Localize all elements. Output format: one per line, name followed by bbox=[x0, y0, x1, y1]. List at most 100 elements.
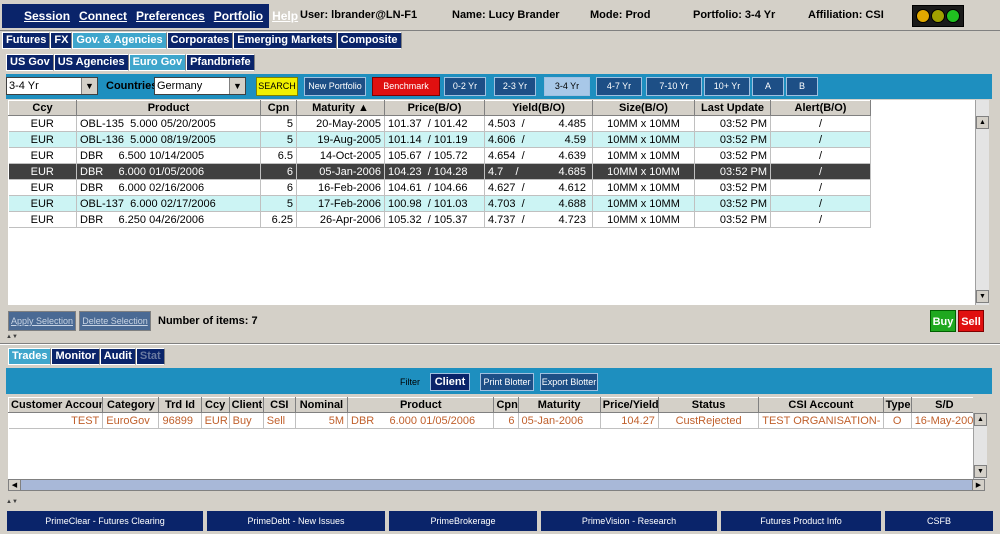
chevron-down-icon[interactable]: ▼ bbox=[229, 78, 245, 94]
col-nominal[interactable]: Nominal bbox=[294, 397, 349, 413]
ccy-cell: EUR bbox=[8, 147, 77, 164]
col-size[interactable]: Size(B/O) bbox=[592, 100, 695, 116]
tab-fx[interactable]: FX bbox=[50, 32, 73, 49]
col-yield[interactable]: Yield(B/O) bbox=[484, 100, 593, 116]
price-yield-cell: 104.27 bbox=[600, 412, 659, 429]
primeclear-button[interactable]: PrimeClear - Futures Clearing bbox=[6, 510, 204, 532]
tab-gov-agencies[interactable]: Gov. & Agencies bbox=[72, 32, 167, 49]
table-row[interactable]: EUR DBR 6.000 02/16/2006 6 16-Feb-2006 104.6… bbox=[8, 179, 871, 196]
sell-button[interactable]: Sell bbox=[958, 310, 984, 332]
tab-futures[interactable]: Futures bbox=[2, 32, 51, 49]
trades-grid-scrollbar[interactable]: ▲ ▼ bbox=[973, 413, 987, 479]
range-7-10-button[interactable]: 7-10 Yr bbox=[646, 77, 702, 96]
portfolio-select[interactable]: 3-4 Yr ▼ bbox=[6, 77, 98, 95]
col-category[interactable]: Category bbox=[102, 397, 160, 413]
client-filter-button[interactable]: Client bbox=[430, 373, 470, 391]
tab-composite[interactable]: Composite bbox=[336, 32, 402, 49]
col-alert[interactable]: Alert(B/O) bbox=[770, 100, 871, 116]
range-b-button[interactable]: B bbox=[786, 77, 818, 96]
col-csi[interactable]: CSI bbox=[262, 397, 296, 413]
col-maturity[interactable]: Maturity bbox=[517, 397, 601, 413]
scroll-up-icon[interactable]: ▲ bbox=[976, 116, 989, 129]
col-customer-account[interactable]: Customer Account bbox=[8, 397, 104, 413]
print-blotter-button[interactable]: Print Blotter bbox=[480, 373, 534, 391]
table-row[interactable]: EUR DBR 6.500 10/14/2005 6.5 14-Oct-2005 105… bbox=[8, 147, 871, 164]
delete-selection-button[interactable]: Delete Selection bbox=[79, 311, 151, 331]
primebrokerage-button[interactable]: PrimeBrokerage bbox=[388, 510, 538, 532]
new-portfolio-button[interactable]: New Portfolio bbox=[304, 77, 366, 96]
col-sd[interactable]: S/D bbox=[910, 397, 973, 413]
table-row[interactable]: EUR OBL-136 5.000 08/19/2005 5 19-Aug-2005 1… bbox=[8, 131, 871, 148]
chevron-down-icon[interactable]: ▼ bbox=[81, 78, 97, 94]
col-last-update[interactable]: Last Update bbox=[694, 100, 771, 116]
primevision-button[interactable]: PrimeVision - Research bbox=[540, 510, 718, 532]
size-cell: 10MM x 10MM bbox=[592, 163, 695, 180]
apply-selection-button[interactable]: Apply Selection bbox=[8, 311, 76, 331]
col-ccy[interactable]: Ccy bbox=[8, 100, 77, 116]
tab-audit[interactable]: Audit bbox=[99, 348, 136, 365]
tab-us-gov[interactable]: US Gov bbox=[6, 54, 54, 71]
tab-corporates[interactable]: Corporates bbox=[166, 32, 234, 49]
col-client[interactable]: Client bbox=[228, 397, 264, 413]
range-3-4-button[interactable]: 3-4 Yr bbox=[544, 77, 590, 96]
col-type[interactable]: Type bbox=[882, 397, 912, 413]
tab-euro-gov[interactable]: Euro Gov bbox=[128, 54, 187, 71]
col-csi-account[interactable]: CSI Account bbox=[758, 397, 884, 413]
menu-portfolio[interactable]: Portfolio bbox=[214, 9, 263, 23]
range-0-2-button[interactable]: 0-2 Yr bbox=[444, 77, 486, 96]
splitter[interactable]: ▲▼ bbox=[0, 334, 1000, 340]
primedebt-button[interactable]: PrimeDebt - New Issues bbox=[206, 510, 386, 532]
col-status[interactable]: Status bbox=[657, 397, 760, 413]
tab-monitor[interactable]: Monitor bbox=[51, 348, 100, 365]
cpn-cell: 5 bbox=[260, 195, 297, 212]
range-a-button[interactable]: A bbox=[752, 77, 784, 96]
table-row[interactable]: EUR DBR 6.250 04/26/2006 6.25 26-Apr-2006 10… bbox=[8, 211, 871, 228]
table-row[interactable]: TEST EuroGov 96899 EUR Buy Sell 5M DBR 6.000 01… bbox=[8, 412, 973, 429]
col-maturity[interactable]: Maturity ▲ bbox=[296, 100, 385, 116]
col-ccy[interactable]: Ccy bbox=[200, 397, 230, 413]
scroll-left-icon[interactable]: ◀ bbox=[8, 479, 21, 491]
countries-select[interactable]: Germany ▼ bbox=[154, 77, 246, 95]
table-row[interactable]: EUR DBR 6.000 01/05/2006 6 05-Jan-2006 104.2… bbox=[8, 163, 871, 180]
menu-connect[interactable]: Connect bbox=[79, 9, 127, 23]
futures-product-info-button[interactable]: Futures Product Info bbox=[720, 510, 882, 532]
tab-stat[interactable]: Stat bbox=[135, 348, 165, 365]
col-trd-id[interactable]: Trd Id bbox=[158, 397, 202, 413]
col-price-yield[interactable]: Price/Yield bbox=[599, 397, 659, 413]
range-10-plus-button[interactable]: 10+ Yr bbox=[704, 77, 750, 96]
bonds-grid-scrollbar[interactable]: ▲ ▼ bbox=[975, 100, 989, 305]
scroll-right-icon[interactable]: ▶ bbox=[972, 479, 985, 491]
csfb-button[interactable]: CSFB bbox=[884, 510, 994, 532]
menu-help[interactable]: Help bbox=[272, 9, 298, 23]
tab-us-agencies[interactable]: US Agencies bbox=[53, 54, 129, 71]
tab-pfandbriefe[interactable]: Pfandbriefe bbox=[186, 54, 255, 71]
price-cell: 105.67 / 105.72 bbox=[384, 147, 485, 164]
last-update-cell: 03:52 PM bbox=[694, 211, 771, 228]
export-blotter-button[interactable]: Export Blotter bbox=[540, 373, 598, 391]
col-cpn[interactable]: Cpn bbox=[493, 397, 519, 413]
menu-preferences[interactable]: Preferences bbox=[136, 9, 205, 23]
scroll-down-icon[interactable]: ▼ bbox=[976, 290, 989, 303]
scroll-up-icon[interactable]: ▲ bbox=[974, 413, 987, 426]
col-product[interactable]: Product bbox=[76, 100, 261, 116]
trades-horizontal-scrollbar[interactable]: ◀ ▶ bbox=[8, 479, 985, 491]
separator bbox=[0, 343, 1000, 345]
col-price[interactable]: Price(B/O) bbox=[384, 100, 485, 116]
tab-emerging-markets[interactable]: Emerging Markets bbox=[233, 32, 337, 49]
scroll-down-icon[interactable]: ▼ bbox=[974, 465, 987, 478]
table-row[interactable]: EUR OBL-137 6.000 02/17/2006 5 17-Feb-2006 1… bbox=[8, 195, 871, 212]
table-row[interactable]: EUR OBL-135 5.000 05/20/2005 5 20-May-2005 1… bbox=[8, 115, 871, 132]
size-cell: 10MM x 10MM bbox=[592, 131, 695, 148]
splitter[interactable]: ▲▼ bbox=[0, 499, 1000, 505]
search-button[interactable]: SEARCH bbox=[256, 77, 298, 96]
benchmark-button[interactable]: Benchmark bbox=[372, 77, 440, 96]
range-2-3-button[interactable]: 2-3 Yr bbox=[494, 77, 536, 96]
range-4-7-button[interactable]: 4-7 Yr bbox=[596, 77, 642, 96]
filter-label: Filter bbox=[400, 377, 420, 387]
menu-session[interactable]: Session bbox=[24, 9, 70, 23]
price-cell: 104.61 / 104.66 bbox=[384, 179, 485, 196]
col-product[interactable]: Product bbox=[346, 397, 495, 413]
col-cpn[interactable]: Cpn bbox=[260, 100, 297, 116]
tab-trades[interactable]: Trades bbox=[8, 348, 52, 365]
buy-button[interactable]: Buy bbox=[930, 310, 956, 332]
